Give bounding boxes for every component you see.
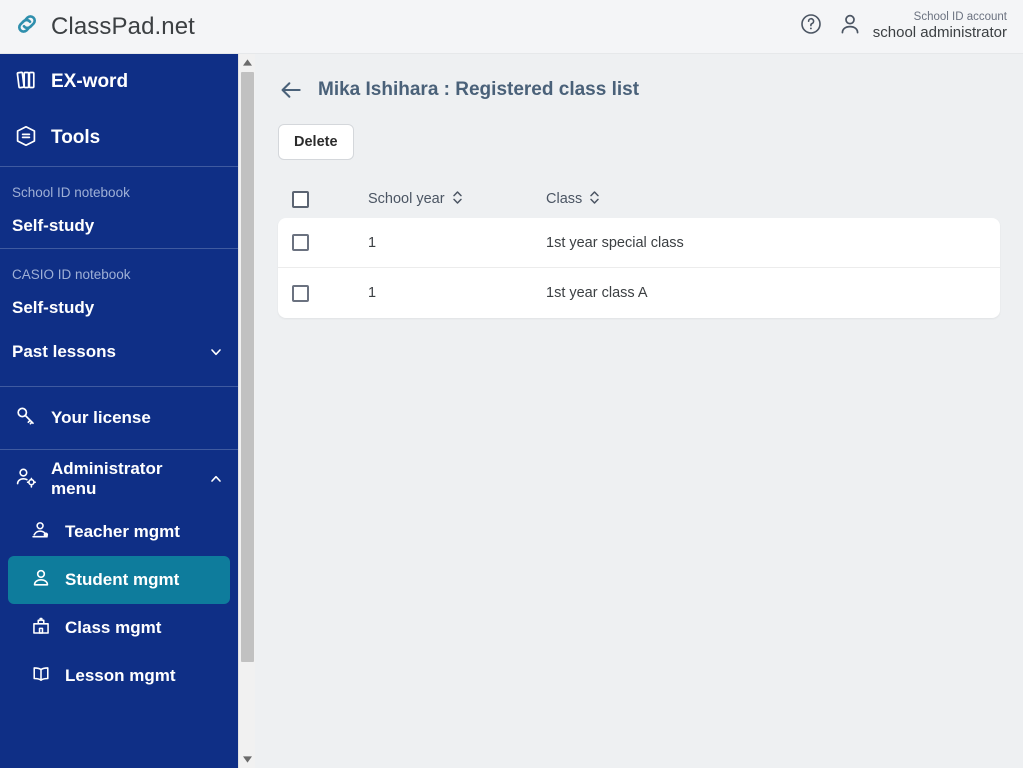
sidebar-item-label: Self-study (12, 298, 95, 317)
table-header-row: School year Class (278, 180, 1000, 218)
sidebar-item-label: EX-word (51, 71, 129, 92)
sidebar-item-label: Your license (51, 408, 151, 427)
sidebar-item-lesson-mgmt[interactable]: Lesson mgmt (8, 652, 230, 700)
cell-class: 1st year class A (546, 285, 648, 301)
registered-class-table: School year Class 1 1st year special cla… (278, 180, 1000, 318)
sidebar-item-label: Lesson mgmt (65, 666, 176, 685)
chain-link-icon (12, 9, 42, 44)
caret-up-icon[interactable] (239, 54, 256, 71)
sidebar-item-past-lessons[interactable]: Past lessons (0, 330, 238, 374)
sidebar: EX-word Tools School ID notebook Self-st… (0, 54, 238, 768)
user-gear-icon (14, 465, 38, 494)
column-header-label: School year (368, 191, 445, 207)
books-icon (14, 68, 38, 97)
sidebar-item-ex-word[interactable]: EX-word (0, 54, 238, 110)
chevron-up-icon (208, 471, 224, 487)
help-circle-icon[interactable] (799, 12, 823, 41)
open-book-icon (30, 663, 52, 690)
chevron-down-icon (208, 344, 224, 360)
select-all-checkbox[interactable] (292, 190, 309, 208)
arrow-left-icon[interactable] (278, 77, 304, 103)
table-row[interactable]: 1 1st year special class (278, 218, 1000, 268)
column-header-school-year[interactable]: School year (368, 190, 546, 209)
sort-updown-icon[interactable] (452, 190, 463, 209)
scrollbar-thumb[interactable] (241, 72, 254, 662)
caret-down-icon[interactable] (239, 751, 256, 768)
table-body: 1 1st year special class 1 1st year clas… (278, 218, 1000, 318)
sidebar-item-class-mgmt[interactable]: Class mgmt (8, 604, 230, 652)
account-block[interactable]: School ID account school administrator (837, 11, 1007, 42)
sidebar-item-label: Past lessons (12, 342, 116, 361)
column-header-label: Class (546, 191, 583, 207)
student-icon (30, 567, 52, 594)
key-icon (14, 404, 38, 433)
page-header: Mika Ishihara : Registered class list (278, 72, 1001, 108)
row-select-cell (278, 284, 368, 302)
main-content: Mika Ishihara : Registered class list De… (256, 54, 1023, 768)
account-text: School ID account school administrator (873, 11, 1007, 42)
sidebar-item-self-study-school[interactable]: Self-study (0, 204, 238, 248)
delete-button[interactable]: Delete (278, 124, 354, 160)
sidebar-item-student-mgmt[interactable]: Student mgmt (8, 556, 230, 604)
cell-school-year: 1 (368, 234, 377, 251)
teacher-icon (30, 519, 52, 546)
user-icon (837, 11, 863, 42)
brand-name: ClassPad.net (51, 12, 195, 40)
cell-school-year: 1 (368, 285, 377, 301)
school-building-icon (30, 615, 52, 642)
select-all-cell (278, 190, 368, 208)
top-bar: ClassPad.net School ID account school ad… (0, 0, 1023, 54)
top-bar-right: School ID account school administrator (799, 11, 1023, 42)
sidebar-item-teacher-mgmt[interactable]: Teacher mgmt (8, 508, 230, 556)
sidebar-item-tools[interactable]: Tools (0, 110, 238, 166)
sidebar-scrollbar[interactable] (238, 54, 255, 768)
toolbar: Delete (278, 124, 1001, 160)
account-name: school administrator (872, 24, 1007, 42)
row-checkbox[interactable] (292, 234, 309, 251)
sidebar-item-your-license[interactable]: Your license (0, 387, 238, 449)
sidebar-item-self-study-casio[interactable]: Self-study (0, 286, 238, 330)
sidebar-item-label: Tools (51, 127, 101, 148)
toolbox-icon (14, 124, 38, 153)
account-kind: School ID account (913, 10, 1007, 23)
sidebar-item-label: Self-study (12, 216, 95, 235)
sidebar-item-label: Administrator menu (51, 459, 163, 498)
table-row[interactable]: 1 1st year class A (278, 268, 1000, 318)
sidebar-item-label: Teacher mgmt (65, 522, 180, 541)
row-checkbox[interactable] (292, 284, 309, 302)
column-header-class[interactable]: Class (546, 190, 1000, 209)
sidebar-item-administrator-menu[interactable]: Administrator menu (0, 450, 238, 508)
sidebar-item-label: Student mgmt (65, 570, 180, 589)
sidebar-group-title-school-id: School ID notebook (12, 185, 130, 200)
page-title: Mika Ishihara : Registered class list (318, 79, 640, 100)
sort-updown-icon[interactable] (589, 190, 600, 209)
sidebar-item-label: Class mgmt (65, 618, 162, 637)
row-select-cell (278, 234, 368, 251)
sidebar-group-title-casio-id: CASIO ID notebook (12, 267, 131, 282)
cell-class: 1st year special class (546, 234, 684, 251)
brand[interactable]: ClassPad.net (0, 9, 195, 44)
